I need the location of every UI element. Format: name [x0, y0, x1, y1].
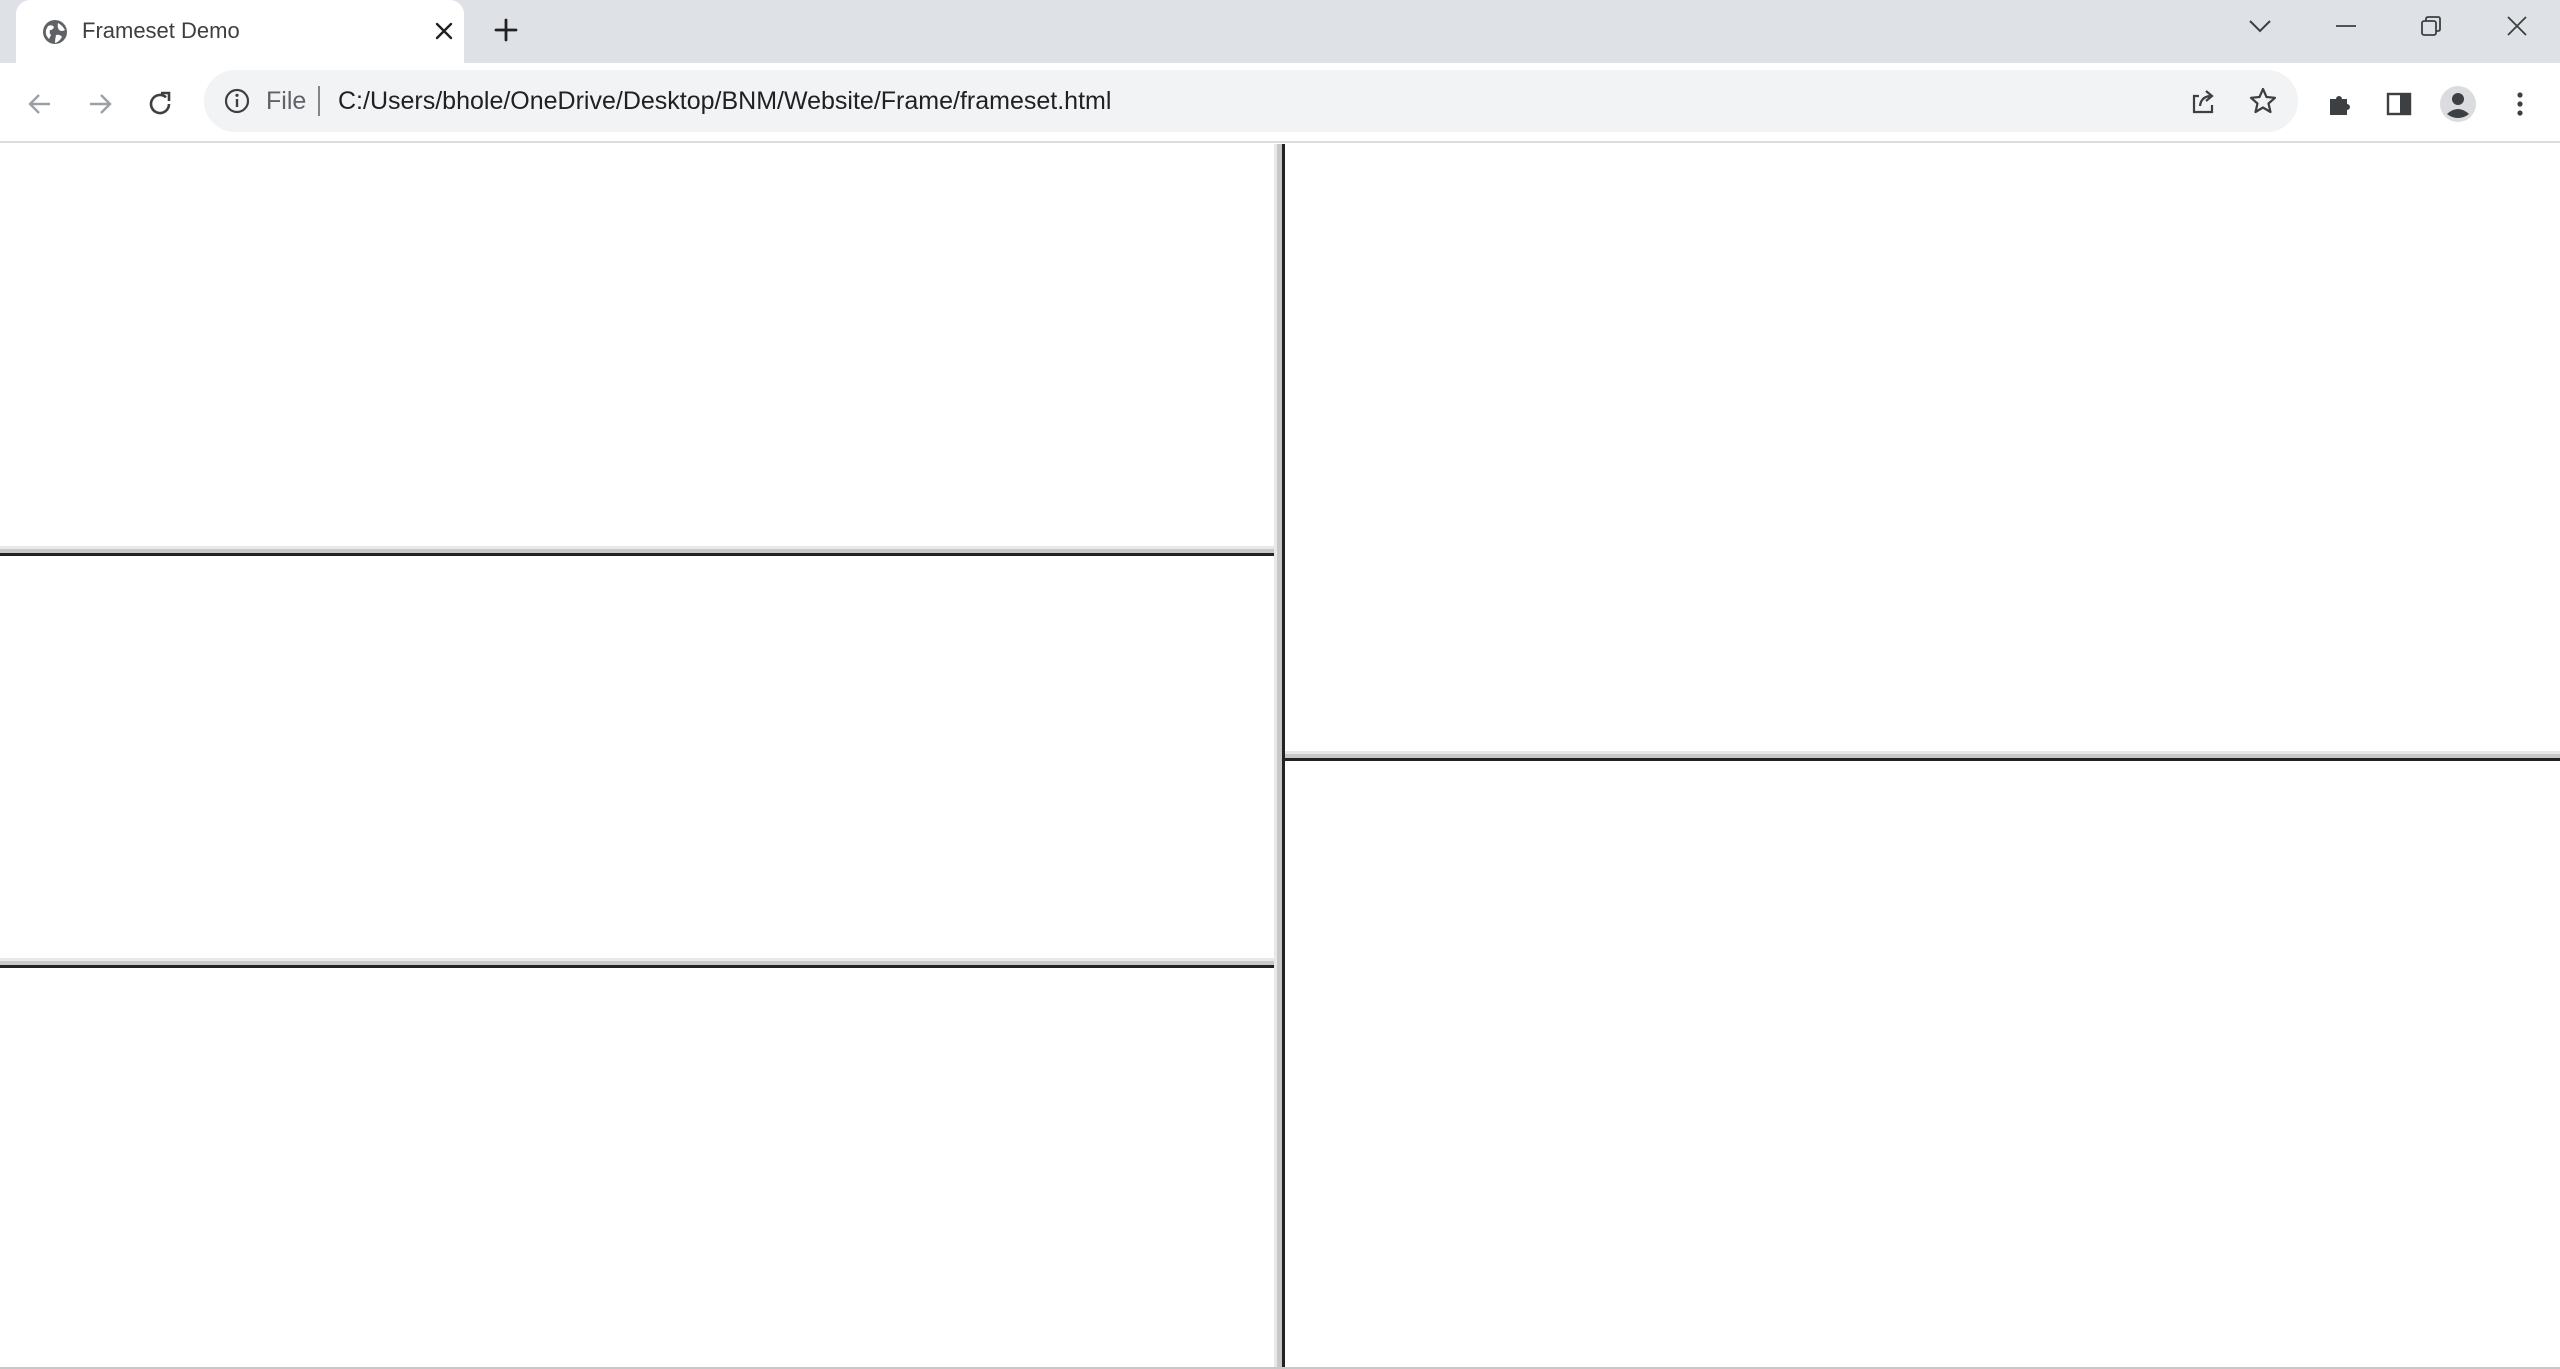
tab-title: Frameset Demo	[82, 18, 240, 43]
frame-resize-handle[interactable]	[1285, 751, 2560, 761]
side-panel-icon[interactable]	[2379, 84, 2419, 124]
extensions-puzzle-icon[interactable]	[2320, 84, 2360, 124]
left-frame-1[interactable]	[0, 144, 1274, 546]
frameset-viewport	[0, 144, 2560, 1369]
close-tab-icon[interactable]	[428, 15, 460, 47]
more-menu-icon[interactable]	[2500, 84, 2540, 124]
bookmark-star-icon[interactable]	[2246, 84, 2280, 118]
address-bar[interactable]: File C:/Users/bhole/OneDrive/Desktop/BNM…	[204, 70, 2298, 132]
browser-toolbar: File C:/Users/bhole/OneDrive/Desktop/BNM…	[0, 63, 2560, 143]
omnibox-separator	[318, 86, 320, 116]
tab-search-chevron-down-icon[interactable]	[2220, 0, 2300, 52]
profile-avatar-icon[interactable]	[2438, 84, 2478, 124]
new-tab-button[interactable]	[488, 12, 524, 48]
left-frame-3[interactable]	[0, 968, 1274, 1367]
tab-strip: Frameset Demo	[0, 0, 2560, 63]
url-text[interactable]: C:/Users/bhole/OneDrive/Desktop/BNM/Webs…	[338, 87, 1111, 115]
scheme-label: File	[266, 87, 307, 115]
close-window-icon[interactable]	[2477, 0, 2557, 52]
share-icon[interactable]	[2186, 84, 2220, 118]
restore-icon[interactable]	[2391, 0, 2471, 52]
frame-resize-handle[interactable]	[0, 958, 1274, 968]
frame-resize-handle[interactable]	[0, 546, 1274, 556]
back-arrow-icon[interactable]	[20, 84, 60, 124]
forward-arrow-icon[interactable]	[80, 84, 120, 124]
frame-vertical-resize-handle[interactable]	[1274, 144, 1285, 1369]
right-frame-1[interactable]	[1285, 144, 2560, 751]
info-icon[interactable]	[222, 86, 252, 116]
minimize-icon[interactable]	[2306, 0, 2386, 52]
reload-icon[interactable]	[140, 84, 180, 124]
browser-tab[interactable]: Frameset Demo	[16, 0, 464, 63]
right-frame-2[interactable]	[1285, 761, 2560, 1367]
left-frame-2[interactable]	[0, 556, 1274, 958]
globe-icon	[40, 17, 70, 47]
